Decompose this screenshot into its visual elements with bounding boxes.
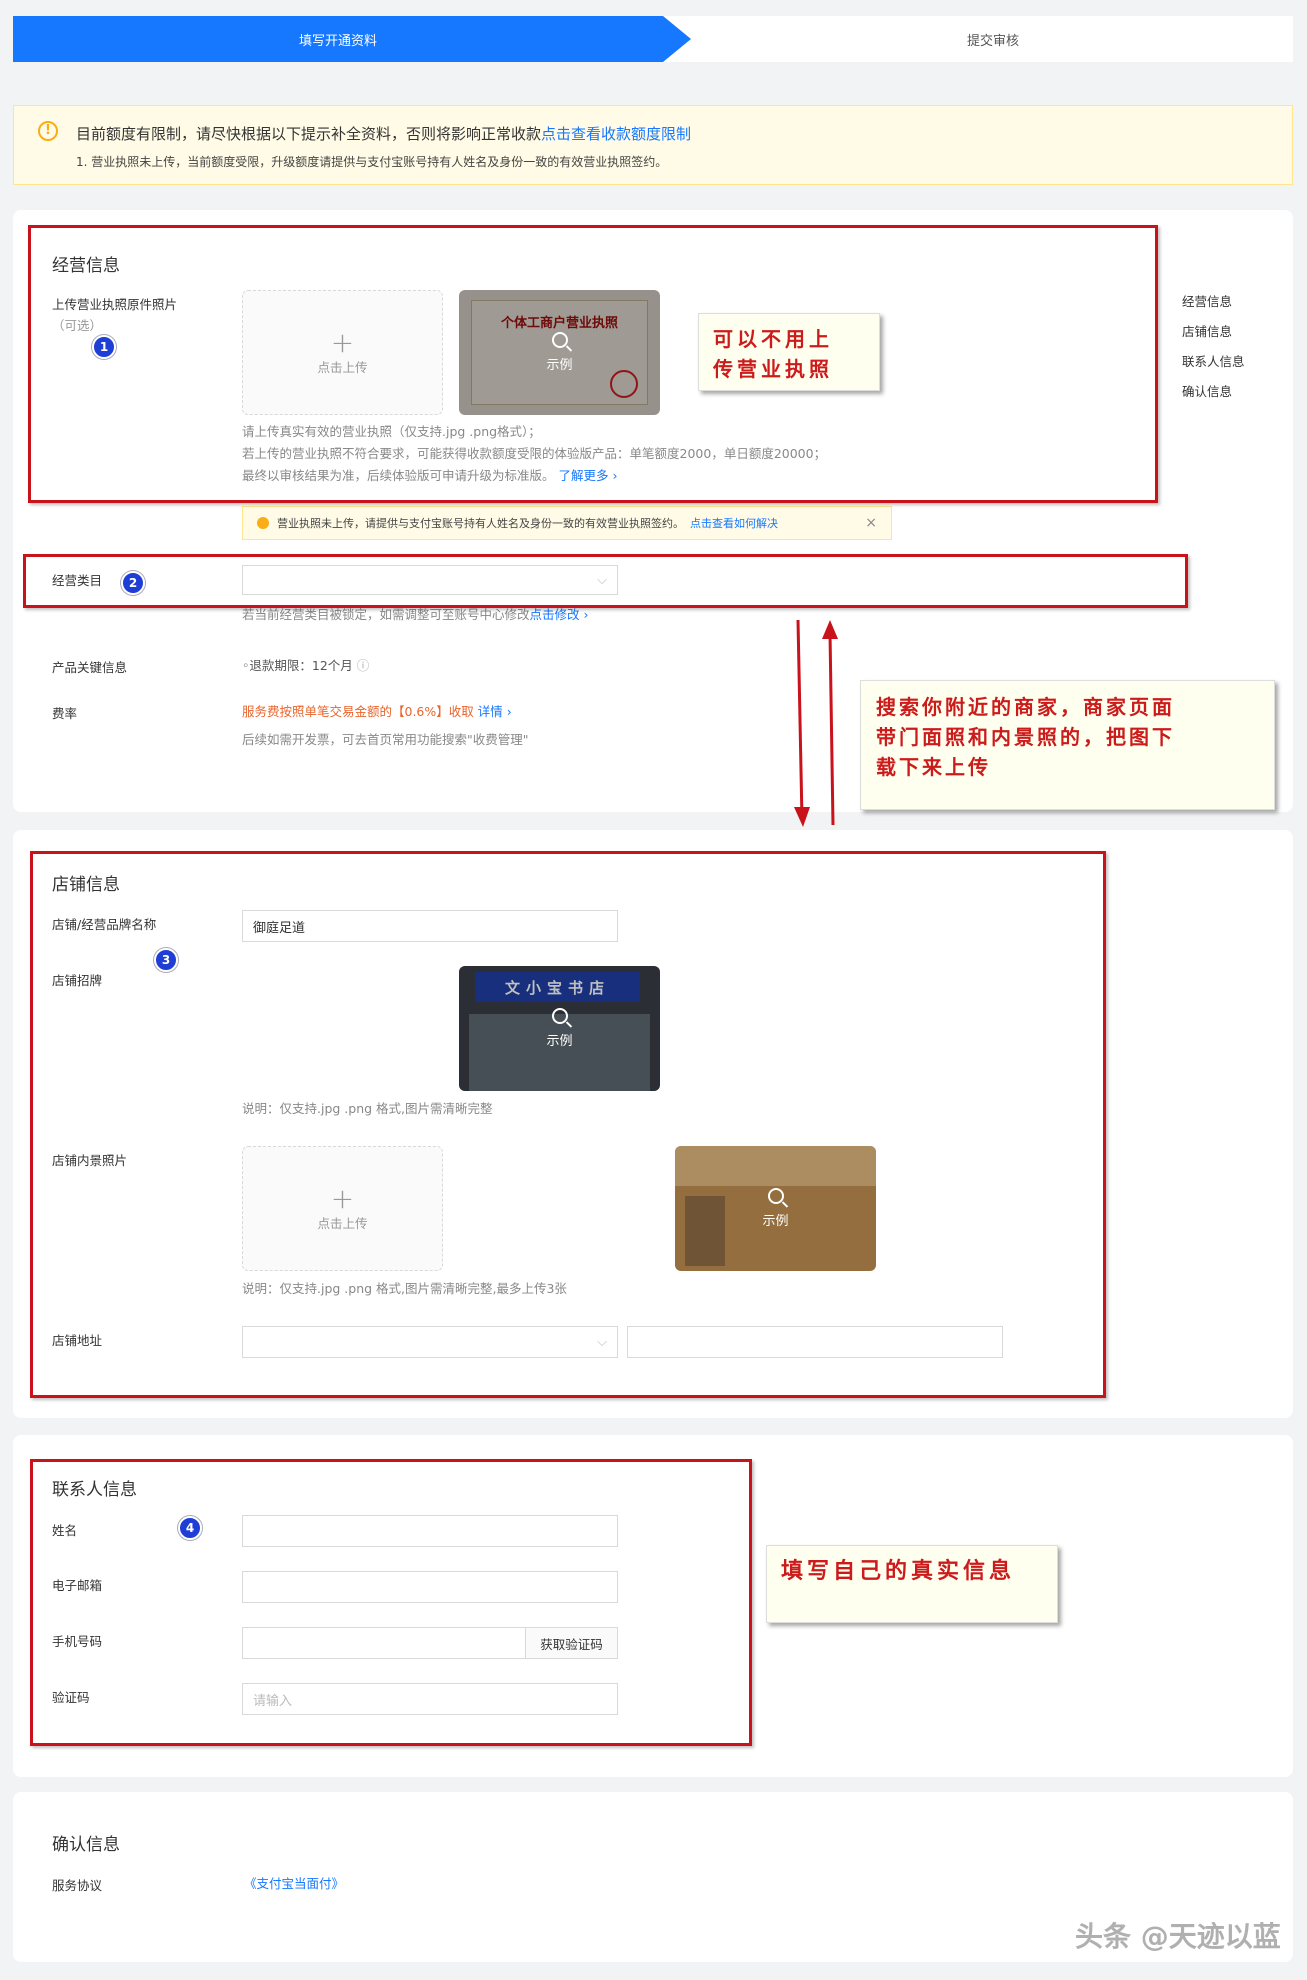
step-arrow [663,16,691,62]
annotation-box-contact [30,1459,752,1746]
agreement-link[interactable]: 《支付宝当面付》 [244,1873,344,1892]
note-download-photos: 搜索你附近的商家，商家页面 带门面照和内景照的，把图下 载下来上传 [860,680,1275,810]
arrow-pair-icon [794,619,838,827]
side-nav-contact[interactable]: 联系人信息 [1182,347,1245,377]
step-badge-3: 3 [154,948,178,972]
step-fill-info[interactable]: 填写开通资料 [13,16,663,62]
fee-hint: 后续如需开发票，可去首页常用功能搜索"收费管理" [242,732,529,747]
side-nav-business[interactable]: 经营信息 [1182,287,1245,317]
step-badge-4: 4 [178,1516,202,1540]
side-nav-confirm[interactable]: 确认信息 [1182,377,1245,407]
alert-link[interactable]: 点击查看收款额度限制 [541,125,691,143]
fee-label: 费率 [52,706,78,721]
confirm-title: 确认信息 [52,1835,120,1855]
note-license-optional: 可以不用上 传营业执照 [698,313,880,391]
warning-icon: ! [38,121,58,141]
agreement-label: 服务协议 [52,1878,103,1893]
warn-link[interactable]: 点击查看如何解决 [690,515,778,531]
side-nav: 经营信息 店铺信息 联系人信息 确认信息 [1182,287,1245,407]
warning-dot-icon [257,517,269,529]
help-icon[interactable]: ⓘ [357,658,370,673]
modify-link[interactable]: 点击修改 › [530,607,589,622]
fee-value: 服务费按照单笔交易金额的【0.6%】收取 详情 › [242,704,512,719]
annotation-box-category [23,554,1188,608]
limit-alert: ! 目前额度有限制，请尽快根据以下提示补全资料，否则将影响正常收款点击查看收款额… [13,105,1293,185]
step-badge-1: 1 [92,335,116,359]
close-icon[interactable]: × [865,515,877,531]
side-nav-store[interactable]: 店铺信息 [1182,317,1245,347]
key-info-label: 产品关键信息 [52,660,128,675]
alert-title: 目前额度有限制，请尽快根据以下提示补全资料，否则将影响正常收款点击查看收款额度限… [76,125,692,143]
alert-sub: 1. 营业执照未上传，当前额度受限，升级额度请提供与支付宝账号持有人姓名及身份一… [76,155,668,169]
note-fill-real-info: 填写自己的真实信息 [766,1545,1058,1623]
refund-term: ◦退款期限：12个月 ⓘ [242,658,370,673]
annotation-box-store [30,851,1106,1398]
watermark: 头条 @天迹以蓝 [1075,1920,1281,1953]
steps-bar: 填写开通资料 提交审核 [13,16,1293,62]
step-badge-2: 2 [121,571,145,595]
license-warning: 营业执照未上传，请提供与支付宝账号持有人姓名及身份一致的有效营业执照签约。 点击查… [242,506,892,540]
annotation-box-license [28,225,1158,503]
step-submit-review[interactable]: 提交审核 [693,16,1293,62]
fee-detail-link[interactable]: 详情 › [478,704,512,719]
